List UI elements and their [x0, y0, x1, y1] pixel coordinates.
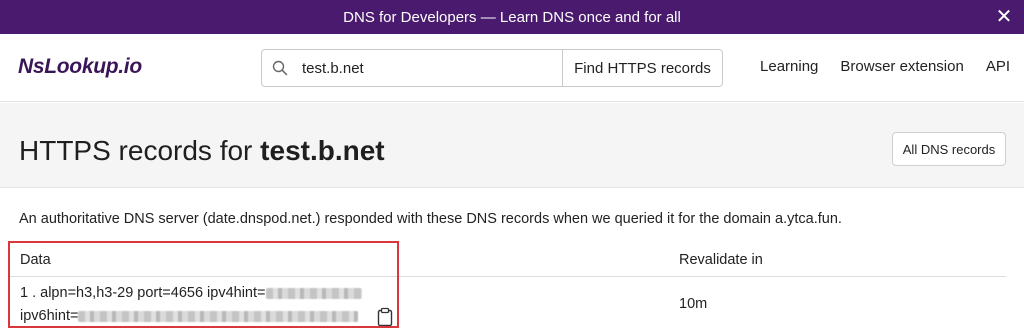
banner-text[interactable]: DNS for Developers — Learn DNS once and …: [343, 9, 681, 26]
page-title-domain: test.b.net: [260, 135, 385, 166]
close-icon[interactable]: ✕: [994, 7, 1014, 27]
redacted-ipv4-hint: [265, 287, 362, 299]
top-navbar: NsLookup.io Find HTTPS records Learning …: [0, 34, 1024, 102]
promo-banner[interactable]: DNS for Developers — Learn DNS once and …: [0, 0, 1024, 34]
page-title: HTTPS records for test.b.net: [19, 135, 385, 167]
search-form: Find HTTPS records: [261, 49, 723, 87]
search-input[interactable]: [298, 50, 562, 86]
column-header-revalidate: Revalidate in: [679, 252, 763, 268]
column-header-data: Data: [20, 252, 51, 268]
record-revalidate: 10m: [679, 296, 708, 312]
table-header-divider: [8, 276, 1006, 277]
nav-links: Learning Browser extension API: [760, 58, 1010, 75]
query-description: An authoritative DNS server (date.dnspod…: [19, 211, 842, 227]
nav-link-browser-extension[interactable]: Browser extension: [840, 58, 963, 75]
record-data-text-1: 1 . alpn=h3,h3-29 port=4656 ipv4hint=: [20, 285, 266, 301]
page-title-prefix: HTTPS records for: [19, 135, 261, 166]
clipboard-icon[interactable]: [376, 307, 394, 327]
record-data-line-2: ipv6hint=: [20, 308, 359, 324]
search-icon: [262, 50, 298, 86]
redacted-ipv6-hint: [78, 310, 359, 322]
record-data-text-2: ipv6hint=: [20, 308, 79, 324]
all-dns-records-button[interactable]: All DNS records: [892, 132, 1006, 166]
nav-link-api[interactable]: API: [986, 58, 1010, 75]
site-logo[interactable]: NsLookup.io: [18, 55, 142, 79]
record-data-line-1: 1 . alpn=h3,h3-29 port=4656 ipv4hint=: [20, 285, 362, 301]
nav-link-learning[interactable]: Learning: [760, 58, 818, 75]
page-header: HTTPS records for test.b.net: [0, 103, 1024, 188]
find-records-button[interactable]: Find HTTPS records: [562, 50, 722, 86]
